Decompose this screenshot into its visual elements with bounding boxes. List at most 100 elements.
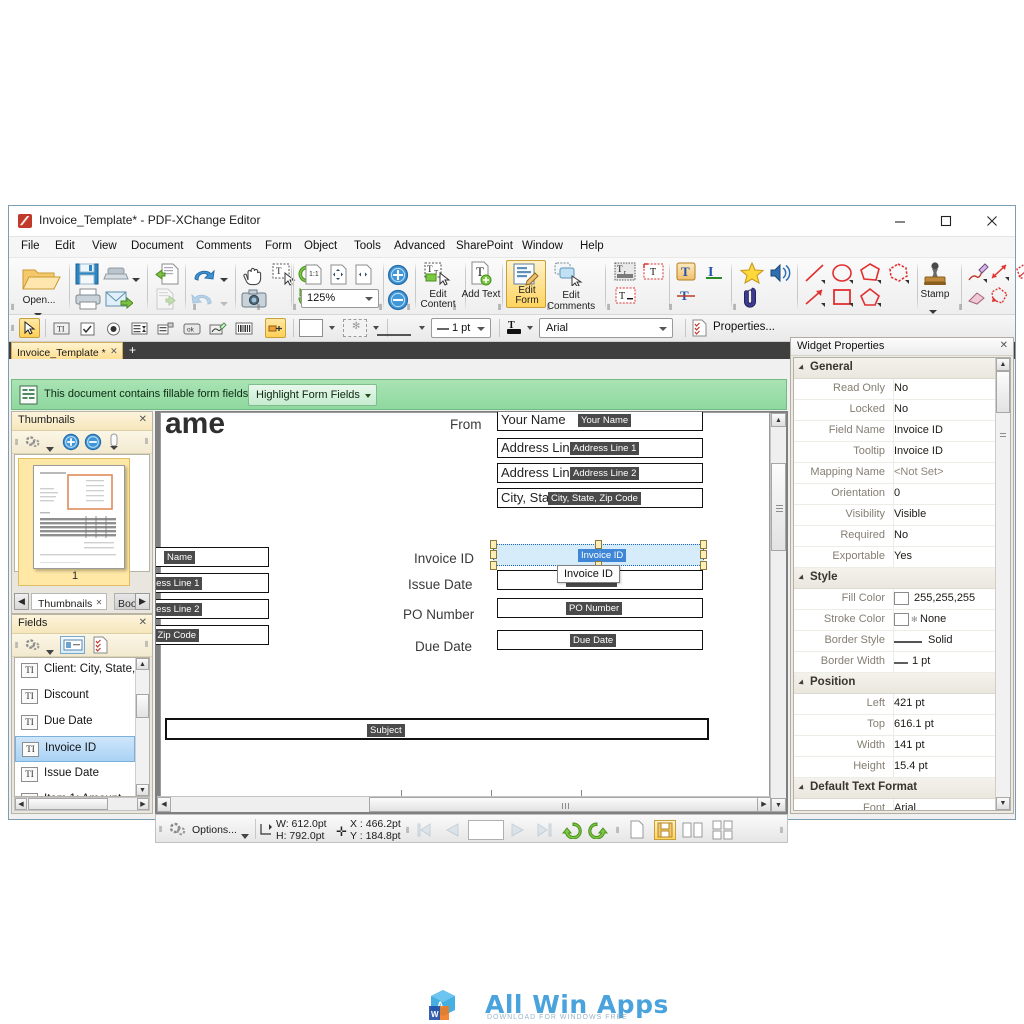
property-row-width[interactable]: Width 141 pt xyxy=(794,736,1010,757)
scroll-thumb[interactable] xyxy=(996,371,1010,413)
previous-page-button[interactable] xyxy=(442,822,462,843)
hand-tool-icon[interactable] xyxy=(241,263,265,292)
radio-button-tool-button[interactable] xyxy=(103,318,124,338)
next-page-button[interactable] xyxy=(508,822,528,843)
property-value[interactable]: 421 pt xyxy=(894,697,925,709)
document-horizontal-scrollbar[interactable]: ◀ ▶ xyxy=(157,796,771,812)
email-icon[interactable] xyxy=(105,289,134,314)
scroll-thumb[interactable] xyxy=(136,694,149,718)
text-box-icon[interactable]: I xyxy=(703,261,727,288)
align-fields-button[interactable] xyxy=(265,318,286,338)
property-row-exportable[interactable]: Exportable Yes xyxy=(794,547,1010,568)
menu-view[interactable]: View xyxy=(92,240,117,252)
property-row-left[interactable]: Left 421 pt xyxy=(794,694,1010,715)
export-doc-icon[interactable] xyxy=(155,288,181,315)
property-row-orientation[interactable]: Orientation 0 xyxy=(794,484,1010,505)
scroll-thumb-h[interactable] xyxy=(369,797,759,812)
thumbnails-options-gear-icon[interactable] xyxy=(24,434,42,455)
resize-handle-se[interactable] xyxy=(700,561,707,570)
last-page-button[interactable] xyxy=(534,822,554,843)
scroll-thumb-h[interactable] xyxy=(28,798,108,810)
property-row-font[interactable]: Font Arial xyxy=(794,799,1010,810)
scroll-up-arrow[interactable]: ▲ xyxy=(996,358,1010,371)
widget-properties-close-icon[interactable]: ✕ xyxy=(1000,340,1008,351)
scroll-thumb[interactable] xyxy=(771,463,786,551)
cloud-tool-icon[interactable] xyxy=(887,262,911,289)
client-name-field[interactable]: Name xyxy=(156,547,269,567)
new-tab-button[interactable]: + xyxy=(129,344,136,356)
widget-properties-grid[interactable]: General Read Only No Locked No Field Nam… xyxy=(793,357,1011,811)
scroll-up-arrow[interactable]: ▲ xyxy=(771,413,786,427)
property-value[interactable]: No xyxy=(894,529,908,541)
zoom-level-combobox[interactable]: 125% xyxy=(301,289,379,308)
pdf-page[interactable]: ame From Your Name Your Name Address Lin… xyxy=(156,412,770,800)
subject-field[interactable]: Subject xyxy=(165,718,709,740)
scroll-up-arrow[interactable]: ▲ xyxy=(136,658,149,670)
highlight-fields-toggle-icon[interactable] xyxy=(60,636,85,654)
close-button[interactable] xyxy=(969,206,1015,235)
menu-object[interactable]: Object xyxy=(304,240,337,252)
fields-close-icon[interactable]: ✕ xyxy=(139,617,147,628)
checkbox-tool-button[interactable] xyxy=(77,318,98,338)
distance-tool-icon[interactable] xyxy=(989,262,1011,287)
menu-file[interactable]: File xyxy=(21,240,40,252)
print-icon[interactable] xyxy=(75,288,101,315)
perimeter-tool-icon[interactable] xyxy=(989,286,1011,311)
menu-comments[interactable]: Comments xyxy=(196,240,252,252)
menu-advanced[interactable]: Advanced xyxy=(394,240,445,252)
next-view-button[interactable] xyxy=(588,821,609,844)
menu-sharepoint[interactable]: SharePoint xyxy=(456,240,513,252)
fields-options-gear-icon[interactable] xyxy=(24,637,42,658)
single-page-view-button[interactable] xyxy=(628,820,646,844)
scanner-icon[interactable] xyxy=(103,266,129,287)
property-value[interactable]: No xyxy=(894,382,908,394)
properties-icon[interactable] xyxy=(691,319,707,342)
edit-form-button[interactable]: Edit Form xyxy=(506,260,546,308)
text-color-icon[interactable]: T xyxy=(505,319,523,342)
client-city-state-zip-field[interactable]: ate, Zip Code xyxy=(156,625,269,645)
property-row-border-width[interactable]: Border Width 1 pt xyxy=(794,652,1010,673)
property-value[interactable]: Yes xyxy=(894,550,912,562)
property-value[interactable]: 0 xyxy=(894,487,900,499)
polyline-tool-icon[interactable] xyxy=(859,262,883,289)
property-value[interactable]: No xyxy=(894,403,908,415)
fit-width-icon[interactable] xyxy=(352,264,374,290)
from-address-line-1-field[interactable]: Address Lin Address Line 1 xyxy=(497,438,703,458)
fields-properties-icon[interactable] xyxy=(92,636,108,659)
property-row-fill-color[interactable]: Fill Color 255,255,255 xyxy=(794,589,1010,610)
scroll-down-arrow[interactable]: ▼ xyxy=(996,797,1010,810)
client-address-line-2-field[interactable]: ress Line 2 xyxy=(156,599,269,619)
area-tool-icon[interactable] xyxy=(1015,262,1024,287)
continuous-view-button[interactable] xyxy=(654,820,676,840)
thumbnails-more-icon[interactable] xyxy=(107,433,121,456)
property-value[interactable]: Arial xyxy=(894,802,916,810)
panel-tab-thumbnails-close-icon[interactable]: ✕ xyxy=(96,595,103,610)
fields-list-horizontal-scrollbar[interactable]: ◀ ▶ xyxy=(14,797,150,811)
undo-icon[interactable] xyxy=(191,266,215,289)
property-value[interactable]: 15.4 pt xyxy=(894,760,928,772)
barcode-tool-button[interactable] xyxy=(233,318,254,338)
from-address-line-2-field[interactable]: Address Lin Address Line 2 xyxy=(497,463,703,483)
field-list-item-item1-amount[interactable]: TI Item 1: Amount xyxy=(15,788,135,796)
highlight-form-fields-button[interactable]: Highlight Form Fields xyxy=(248,384,377,406)
fill-color-dropdown-arrow[interactable] xyxy=(329,326,335,330)
list-box-tool-button[interactable] xyxy=(155,318,176,338)
scroll-right-arrow[interactable]: ▶ xyxy=(137,798,149,810)
status-options-arrow[interactable] xyxy=(241,826,249,844)
polygon-tool-icon[interactable] xyxy=(859,287,883,312)
property-row-visibility[interactable]: Visibility Visible xyxy=(794,505,1010,526)
two-page-view-button[interactable] xyxy=(682,821,704,844)
property-value[interactable]: 141 pt xyxy=(894,739,925,751)
minimize-button[interactable] xyxy=(877,206,923,235)
property-row-tooltip[interactable]: Tooltip Invoice ID xyxy=(794,442,1010,463)
font-family-combobox[interactable]: Arial xyxy=(539,318,673,338)
property-value[interactable]: 255,255,255 xyxy=(914,592,975,604)
document-tab-invoice-template[interactable]: Invoice_Template * ✕ xyxy=(11,342,123,359)
arrow-tool-icon[interactable] xyxy=(803,287,827,312)
page-number-input[interactable] xyxy=(468,820,504,840)
rectangle-tool-icon[interactable] xyxy=(831,287,855,312)
resize-handle-e[interactable] xyxy=(700,550,707,559)
property-row-locked[interactable]: Locked No xyxy=(794,400,1010,421)
properties-label[interactable]: Properties... xyxy=(713,321,775,333)
font-family-dropdown-arrow[interactable] xyxy=(659,327,667,331)
